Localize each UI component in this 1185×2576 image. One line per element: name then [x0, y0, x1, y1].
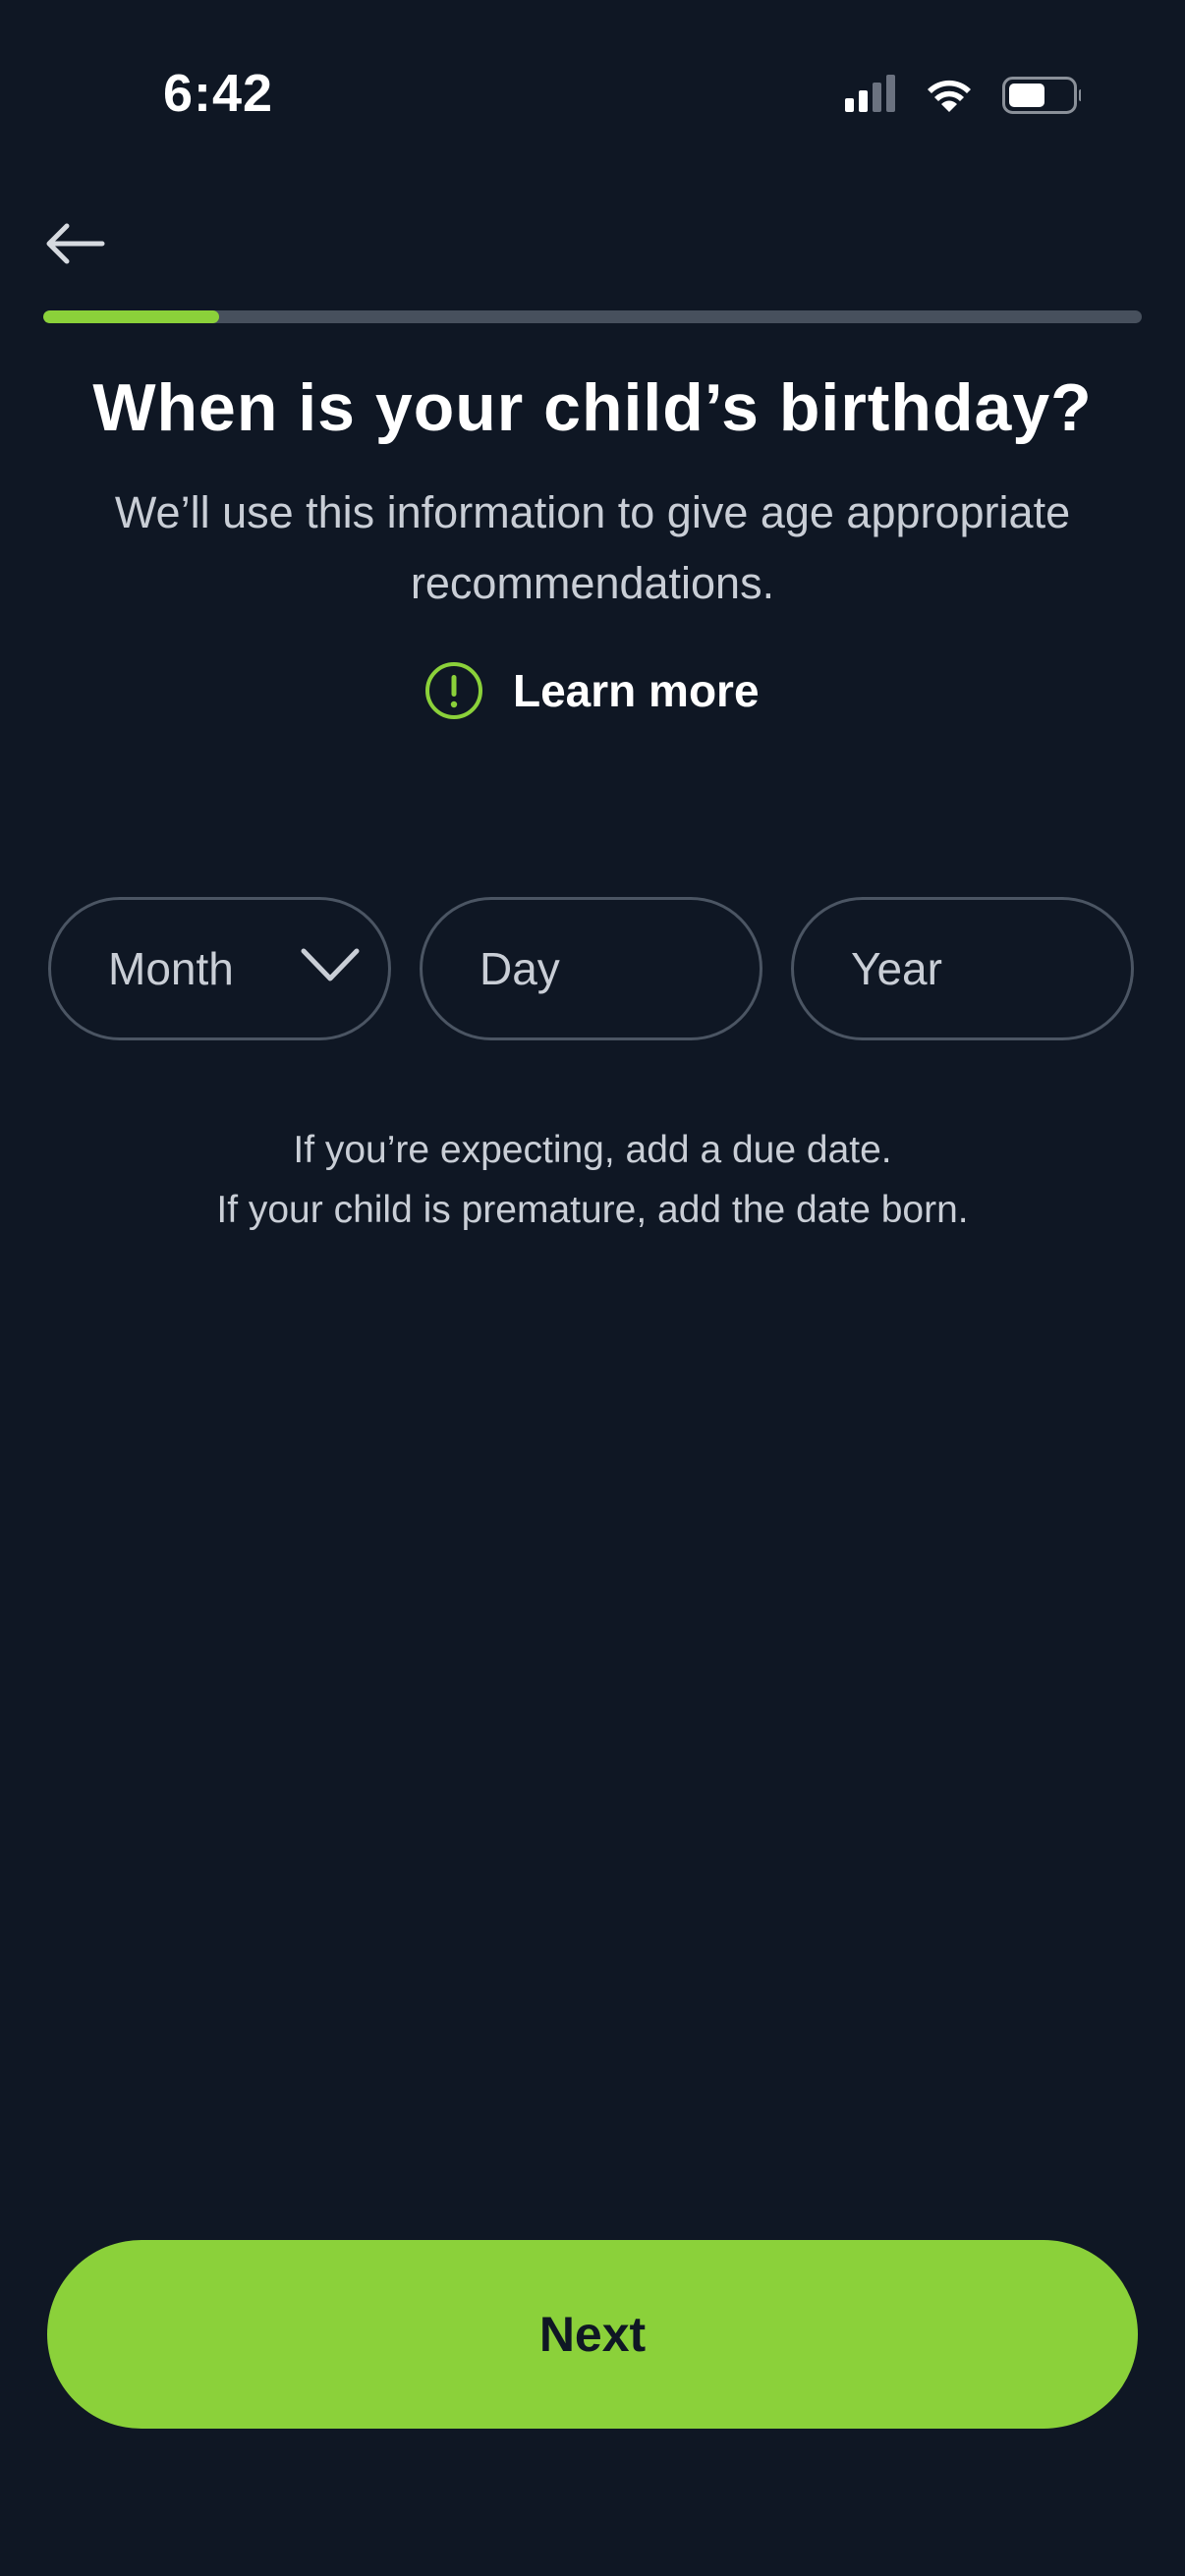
page-subtitle: We’ll use this information to give age a…	[114, 487, 1071, 608]
page-title: When is your child’s birthday?	[92, 370, 1093, 445]
status-icons	[845, 75, 1083, 118]
progress-bar	[43, 310, 1142, 323]
status-bar: 6:42	[0, 0, 1185, 147]
learn-more-label: Learn more	[513, 665, 760, 716]
next-button-label: Next	[538, 2307, 647, 2362]
date-hint: If you’re expecting, add a due date. If …	[0, 1120, 1185, 1240]
next-button[interactable]: Next	[47, 2240, 1138, 2429]
learn-more-link[interactable]: Learn more	[424, 656, 760, 725]
day-input[interactable]: Day	[420, 897, 762, 1040]
chevron-down-icon	[301, 948, 360, 981]
year-input[interactable]: Year	[791, 897, 1134, 1040]
month-select[interactable]: Month	[48, 897, 391, 1040]
arrow-left-icon	[46, 223, 105, 264]
day-placeholder: Day	[480, 943, 560, 994]
wifi-icon	[928, 80, 971, 112]
alert-circle-icon	[425, 662, 482, 719]
month-placeholder: Month	[108, 943, 234, 994]
hint-line-expecting: If you’re expecting, add a due date.	[293, 1129, 892, 1171]
status-time: 6:42	[163, 64, 274, 123]
cellular-signal-icon	[845, 75, 895, 112]
progress-fill	[43, 310, 219, 323]
back-button[interactable]	[39, 214, 110, 273]
battery-icon	[1002, 77, 1083, 114]
year-placeholder: Year	[851, 943, 942, 994]
hint-line-premature: If your child is premature, add the date…	[216, 1189, 969, 1231]
